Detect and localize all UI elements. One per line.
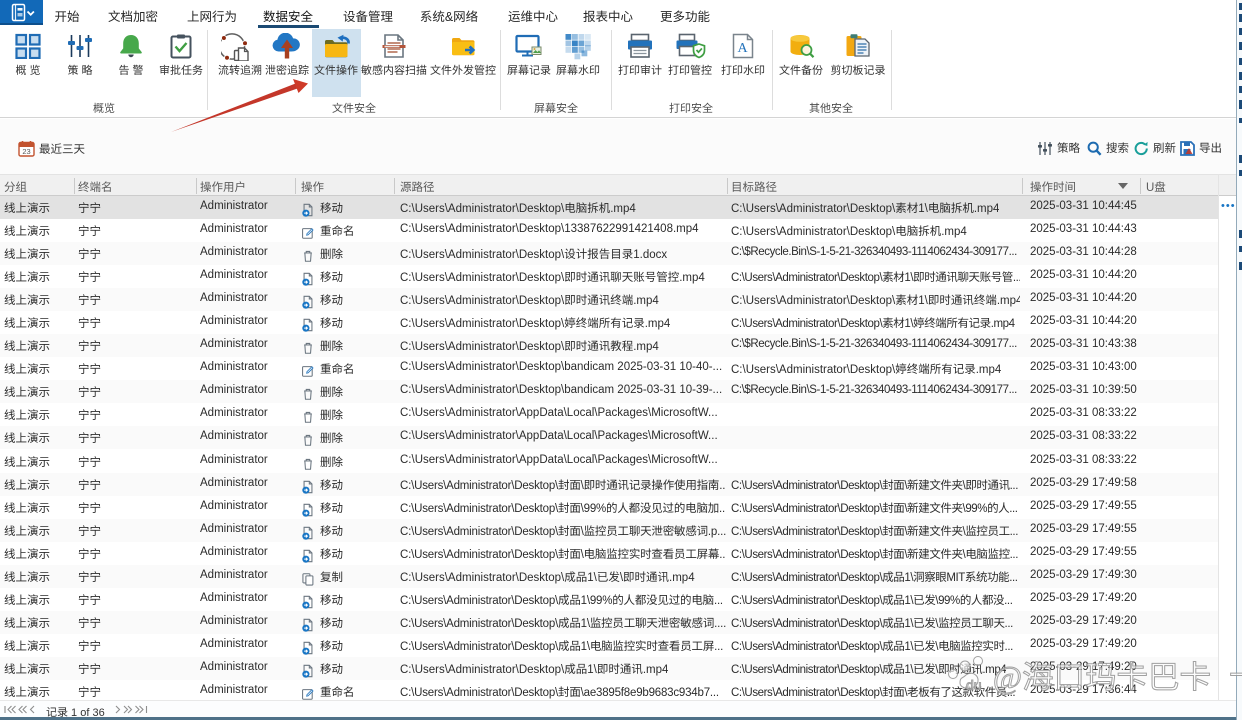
- svg-text:A: A: [737, 41, 748, 56]
- svg-text:du: du: [966, 677, 982, 693]
- svg-text:@海口玛卡巴卡: @海口玛卡巴卡: [993, 652, 1211, 698]
- svg-text:23: 23: [22, 147, 30, 156]
- svg-text:卡: 卡: [1229, 652, 1242, 698]
